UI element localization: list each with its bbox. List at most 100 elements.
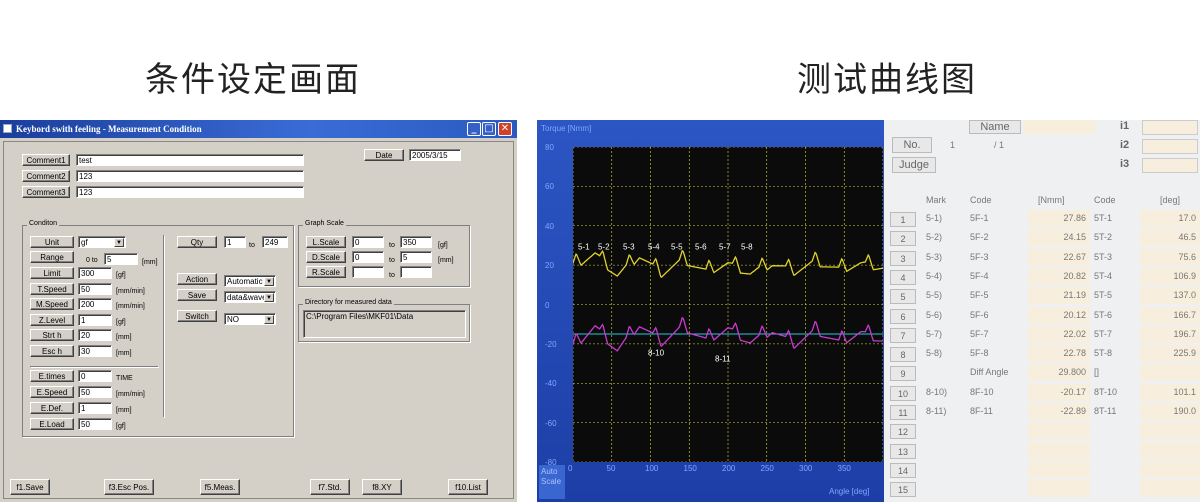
scale-2-value[interactable]	[400, 266, 432, 278]
action-select[interactable]: Automatic ▼	[224, 275, 276, 287]
row-6-code2: 5T-7	[1094, 328, 1113, 339]
scale-2-to: to	[389, 272, 395, 279]
scale-1-from[interactable]: 0	[352, 251, 384, 263]
save-select[interactable]: data&wave ▼	[224, 291, 276, 303]
chevron-down-icon[interactable]: ▼	[114, 238, 124, 247]
footer-button-2[interactable]: f5.Meas.	[200, 479, 240, 495]
switch-select[interactable]: NO ▼	[224, 313, 276, 325]
param-3-field[interactable]: 1	[78, 313, 112, 326]
param2-1-field[interactable]: 50	[78, 386, 112, 398]
row-5-code: 5F-6	[970, 309, 989, 320]
footer-button-3[interactable]: f7.Std.	[310, 479, 350, 495]
footer-button-5[interactable]: f10.List	[448, 479, 488, 495]
row-13-number-button[interactable]: 14	[890, 462, 916, 478]
x-tick-7: 350	[837, 464, 851, 473]
action-button[interactable]: Action	[177, 273, 217, 285]
footer-button-4[interactable]: f8.XY	[362, 479, 402, 495]
close-button[interactable]: ✕	[498, 122, 512, 136]
row-8-number-button[interactable]: 9	[890, 366, 916, 382]
chevron-down-icon[interactable]: ▼	[264, 277, 274, 286]
x-axis-label: Angle [deg]	[829, 487, 870, 496]
scale-1-value[interactable]: 5	[400, 251, 432, 263]
directory-field[interactable]: C:\Program Files\MKF01\Data	[303, 310, 466, 338]
range-field[interactable]: 5	[104, 253, 138, 265]
param2-1-button[interactable]: E.Speed	[30, 386, 74, 398]
param2-0-field[interactable]: 0	[78, 370, 112, 382]
row-2-number-button[interactable]: 3	[890, 250, 916, 266]
row-5-number-button[interactable]: 6	[890, 308, 916, 324]
title-bar: Keybord swith feeling - Measurement Cond…	[0, 120, 517, 138]
name-field[interactable]	[1024, 120, 1096, 134]
param-5-button[interactable]: Esc h	[30, 344, 74, 357]
qty-from-field[interactable]: 1	[224, 236, 246, 248]
row-4-number-button[interactable]: 5	[890, 289, 916, 305]
comment3-field[interactable]: 123	[76, 186, 304, 198]
scale-0-from[interactable]: 0	[352, 236, 384, 248]
scale-2-from[interactable]	[352, 266, 384, 278]
mark-label-1: 5-2	[598, 242, 610, 251]
param-5-field[interactable]: 30	[78, 344, 112, 357]
mark-label-4: 5-5	[671, 242, 683, 251]
qty-to-field[interactable]: 249	[262, 236, 288, 248]
row-12-number-button[interactable]: 13	[890, 443, 916, 459]
footer-button-0[interactable]: f1.Save	[10, 479, 50, 495]
scale-0-button[interactable]: L.Scale	[306, 236, 346, 248]
i-field-0[interactable]	[1142, 120, 1198, 135]
scale-0-value[interactable]: 350	[400, 236, 432, 248]
header-4: [deg]	[1160, 195, 1181, 205]
param-4-field[interactable]: 20	[78, 329, 112, 341]
row-10-number-button[interactable]: 11	[890, 405, 916, 420]
row-3-number-button[interactable]: 4	[890, 269, 916, 285]
comment2-button[interactable]: Comment2	[22, 170, 70, 182]
qty-button[interactable]: Qty	[177, 236, 217, 248]
param2-2-field[interactable]: 1	[78, 402, 112, 414]
date-field[interactable]: 2005/3/15	[409, 149, 461, 161]
param-0-field[interactable]: 300	[78, 267, 112, 279]
param-0-button[interactable]: Limit	[30, 267, 74, 279]
unit-select[interactable]: gf ▼	[78, 236, 126, 248]
scale-2-button[interactable]: R.Scale	[306, 266, 346, 278]
param2-2-button[interactable]: E.Def.	[30, 402, 74, 414]
row-9-nmm: -20.17	[1060, 386, 1086, 397]
no-total: / 1	[994, 140, 1005, 150]
row-6-number-button[interactable]: 7	[890, 327, 916, 343]
row-0-number-button[interactable]: 1	[890, 212, 916, 227]
row-11-number-button[interactable]: 12	[890, 424, 916, 440]
param-4-button[interactable]: Strt h	[30, 329, 74, 341]
param2-3-field[interactable]: 50	[78, 418, 112, 430]
date-button[interactable]: Date	[364, 149, 404, 161]
comment3-button[interactable]: Comment3	[22, 186, 70, 198]
row-14-number-button[interactable]: 15	[890, 482, 916, 498]
name-button[interactable]: Name	[969, 120, 1021, 134]
param-1-field[interactable]: 50	[78, 282, 112, 295]
chevron-down-icon[interactable]: ▼	[264, 293, 274, 302]
param-1-button[interactable]: T.Speed	[30, 282, 74, 295]
param-2-button[interactable]: M.Speed	[30, 298, 74, 310]
no-button[interactable]: No.	[892, 137, 932, 153]
chevron-down-icon[interactable]: ▼	[264, 315, 274, 324]
param2-3-button[interactable]: E.Load	[30, 418, 74, 430]
minimize-button[interactable]: _	[467, 122, 481, 136]
param2-0-button[interactable]: E.times	[30, 370, 74, 382]
i-field-2[interactable]	[1142, 158, 1198, 173]
x-tick-1: 50	[606, 464, 616, 473]
unit-button[interactable]: Unit	[30, 236, 74, 248]
range-button[interactable]: Range	[30, 251, 74, 263]
graph-scale-title: Graph Scale	[303, 220, 346, 227]
row-7-number-button[interactable]: 8	[890, 347, 916, 363]
param-3-button[interactable]: Z.Level	[30, 313, 74, 326]
comment1-button[interactable]: Comment1	[22, 154, 70, 166]
switch-button[interactable]: Switch	[177, 310, 217, 322]
comment1-field[interactable]: test	[76, 154, 304, 166]
autoscale-button[interactable]: Auto Scale	[539, 465, 565, 499]
maximize-button[interactable]: □	[482, 122, 496, 136]
judge-button[interactable]: Judge	[892, 157, 936, 173]
i-field-1[interactable]	[1142, 139, 1198, 154]
comment2-field[interactable]: 123	[76, 170, 304, 182]
footer-button-1[interactable]: f3.Esc Pos.	[104, 479, 154, 495]
row-1-number-button[interactable]: 2	[890, 231, 916, 247]
save-button[interactable]: Save	[177, 289, 217, 301]
row-9-number-button[interactable]: 10	[890, 385, 916, 401]
param-2-field[interactable]: 200	[78, 298, 112, 310]
scale-1-button[interactable]: D.Scale	[306, 251, 346, 263]
